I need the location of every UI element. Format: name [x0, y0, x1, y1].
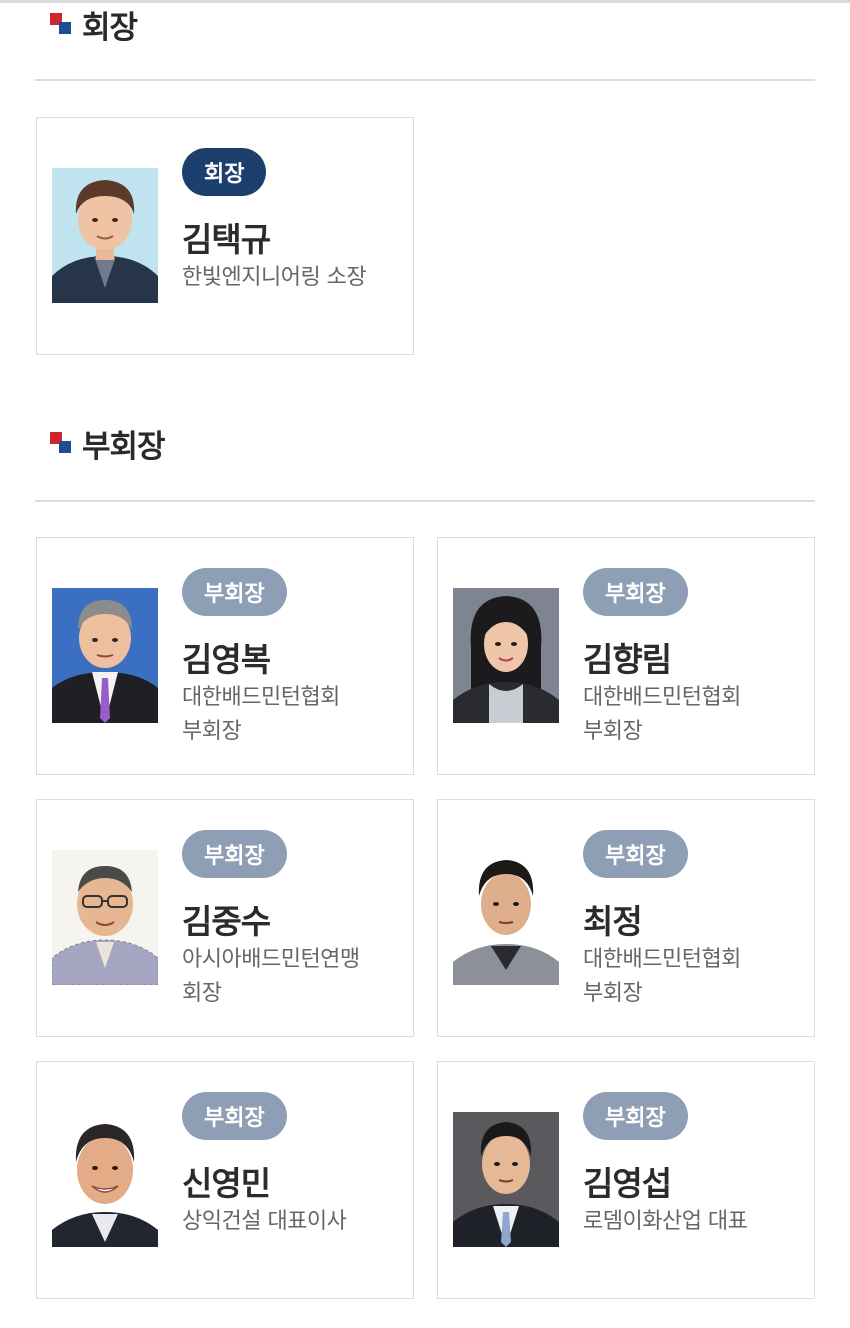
- member-name: 김향림: [583, 640, 672, 679]
- member-org: 대한배드민턴협회 부회장: [583, 681, 741, 749]
- role-badge: 부회장: [583, 1092, 688, 1140]
- member-org-line1: 아시아배드민턴연맹: [182, 947, 360, 972]
- section-mark-icon: [50, 432, 72, 454]
- member-org: 한빛엔지니어링 소장: [182, 261, 367, 295]
- member-org-line2: 부회장: [583, 719, 643, 744]
- member-org-line1: 대한배드민턴협회: [583, 947, 741, 972]
- member-name: 김영섭: [583, 1164, 672, 1203]
- member-card-vice[interactable]: 부회장 최정 대한배드민턴협회 부회장: [437, 799, 815, 1037]
- member-name: 신영민: [182, 1164, 271, 1203]
- member-org-line1: 상익건설 대표이사: [182, 1209, 347, 1234]
- member-org-line1: 대한배드민턴협회: [583, 685, 741, 710]
- member-card-vice[interactable]: 부회장 김영복 대한배드민턴협회 부회장: [36, 537, 414, 775]
- member-name: 최정: [583, 902, 643, 941]
- member-photo: [52, 168, 158, 303]
- member-org-line2: 부회장: [583, 981, 643, 1006]
- member-org: 대한배드민턴협회 부회장: [182, 681, 340, 749]
- member-card-vice[interactable]: 부회장 김향림 대한배드민턴협회 부회장: [437, 537, 815, 775]
- member-photo: [52, 850, 158, 985]
- member-org-line2: 부회장: [182, 719, 242, 744]
- member-org: 로뎀이화산업 대표: [583, 1205, 748, 1239]
- member-card-president[interactable]: 회장 김택규 한빛엔지니어링 소장: [36, 117, 414, 355]
- member-card-vice[interactable]: 부회장 신영민 상익건설 대표이사: [36, 1061, 414, 1299]
- section-title-president: 회장: [50, 4, 138, 46]
- role-badge: 부회장: [182, 830, 287, 878]
- member-name: 김영복: [182, 640, 271, 679]
- member-org: 상익건설 대표이사: [182, 1205, 347, 1239]
- section-title-vice-president: 부회장: [50, 423, 166, 465]
- role-badge: 부회장: [583, 568, 688, 616]
- member-org: 아시아배드민턴연맹 회장: [182, 943, 360, 1011]
- section-divider: [35, 500, 815, 502]
- member-org: 대한배드민턴협회 부회장: [583, 943, 741, 1011]
- member-org-line1: 한빛엔지니어링 소장: [182, 265, 367, 290]
- member-photo: [52, 588, 158, 723]
- member-card-vice[interactable]: 부회장 김중수 아시아배드민턴연맹 회장: [36, 799, 414, 1037]
- role-badge: 부회장: [583, 830, 688, 878]
- section-title-text: 회장: [82, 9, 138, 46]
- member-photo: [52, 1112, 158, 1247]
- member-photo: [453, 850, 559, 985]
- member-photo: [453, 588, 559, 723]
- role-badge: 회장: [182, 148, 267, 196]
- member-org-line1: 대한배드민턴협회: [182, 685, 340, 710]
- member-name: 김중수: [182, 902, 271, 941]
- section-title-text: 부회장: [82, 428, 166, 465]
- section-divider: [35, 79, 815, 81]
- member-name: 김택규: [182, 220, 271, 259]
- role-badge: 부회장: [182, 568, 287, 616]
- role-badge: 부회장: [182, 1092, 287, 1140]
- member-card-vice[interactable]: 부회장 김영섭 로뎀이화산업 대표: [437, 1061, 815, 1299]
- section-mark-icon: [50, 13, 72, 35]
- member-org-line1: 로뎀이화산업 대표: [583, 1209, 748, 1234]
- member-org-line2: 회장: [182, 981, 222, 1006]
- member-photo: [453, 1112, 559, 1247]
